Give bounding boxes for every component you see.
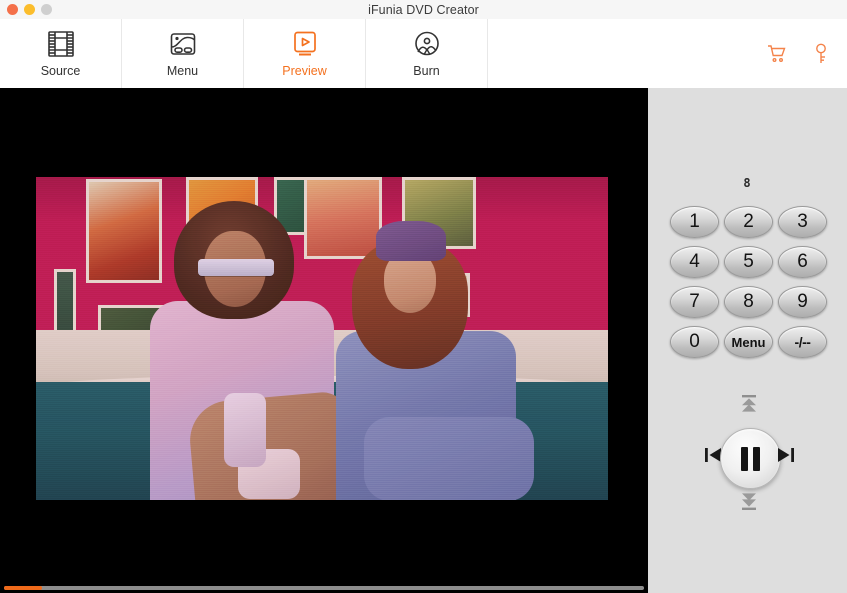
double-chevron-up-icon bbox=[738, 393, 760, 420]
close-button[interactable] bbox=[7, 4, 18, 15]
tab-burn[interactable]: Burn bbox=[366, 19, 488, 88]
app-window: iFunia DVD Creator Source bbox=[0, 0, 847, 593]
tab-menu-label: Menu bbox=[167, 64, 198, 78]
tab-menu[interactable]: Menu bbox=[122, 19, 244, 88]
down-button[interactable] bbox=[737, 491, 761, 515]
key-1[interactable]: 1 bbox=[670, 206, 719, 238]
window-title: iFunia DVD Creator bbox=[0, 3, 847, 17]
toolbar-spacer bbox=[488, 19, 767, 88]
up-button[interactable] bbox=[737, 394, 761, 418]
key-9[interactable]: 9 bbox=[778, 286, 827, 318]
play-pause-button[interactable] bbox=[720, 428, 781, 489]
playback-progress[interactable] bbox=[0, 584, 648, 593]
wall-poster bbox=[86, 179, 162, 283]
key-7[interactable]: 7 bbox=[670, 286, 719, 318]
tab-source[interactable]: Source bbox=[0, 19, 122, 88]
tab-preview[interactable]: Preview bbox=[244, 19, 366, 88]
tab-source-label: Source bbox=[41, 64, 81, 78]
zoom-button bbox=[41, 4, 52, 15]
transport-controls bbox=[648, 388, 847, 528]
key-0[interactable]: 0 bbox=[670, 326, 719, 358]
toolbar-right-actions bbox=[767, 19, 847, 88]
key-3[interactable]: 3 bbox=[778, 206, 827, 238]
skip-forward-icon bbox=[774, 445, 796, 470]
main-toolbar: Source Menu Pr bbox=[0, 19, 847, 89]
remote-control-panel: 8 1 2 3 4 5 6 7 8 9 0 Menu -/-- bbox=[648, 88, 847, 593]
window-controls bbox=[7, 0, 52, 19]
person-right-shoe bbox=[224, 393, 266, 467]
video-stage[interactable] bbox=[0, 88, 648, 593]
menu-template-icon bbox=[169, 29, 197, 59]
preview-play-icon bbox=[292, 29, 318, 59]
key-dash[interactable]: -/-- bbox=[778, 326, 827, 358]
double-chevron-down-icon bbox=[738, 490, 760, 517]
cart-icon[interactable] bbox=[767, 43, 787, 65]
tab-burn-label: Burn bbox=[413, 64, 439, 78]
pause-icon bbox=[753, 447, 760, 471]
burn-disc-icon bbox=[413, 29, 441, 59]
video-frame[interactable] bbox=[36, 177, 608, 500]
key-4[interactable]: 4 bbox=[670, 246, 719, 278]
person-right bbox=[336, 221, 516, 500]
progress-fill bbox=[4, 586, 42, 590]
key-6[interactable]: 6 bbox=[778, 246, 827, 278]
chapter-display: 8 bbox=[648, 176, 847, 190]
pause-icon bbox=[741, 447, 748, 471]
next-chapter-button[interactable] bbox=[774, 446, 796, 468]
key-icon[interactable] bbox=[811, 43, 831, 65]
progress-track[interactable] bbox=[4, 586, 644, 590]
key-5[interactable]: 5 bbox=[724, 246, 773, 278]
minimize-button[interactable] bbox=[24, 4, 35, 15]
tab-preview-label: Preview bbox=[282, 64, 326, 78]
key-8[interactable]: 8 bbox=[724, 286, 773, 318]
key-menu[interactable]: Menu bbox=[724, 326, 773, 358]
title-bar: iFunia DVD Creator bbox=[0, 0, 847, 20]
film-strip-icon bbox=[48, 29, 74, 59]
numeric-keypad: 1 2 3 4 5 6 7 8 9 0 Menu -/-- bbox=[670, 206, 827, 358]
key-2[interactable]: 2 bbox=[724, 206, 773, 238]
